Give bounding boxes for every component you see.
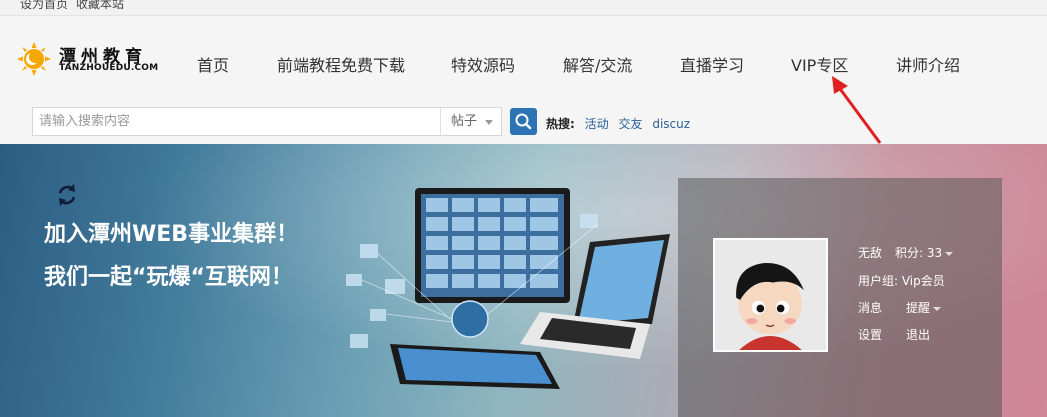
devices-illustration <box>346 188 670 389</box>
search-box: 帖子 <box>32 107 502 136</box>
banner-slogan-line2: 我们一起“玩爆“互联网！ <box>44 265 293 290</box>
annotation-arrow-icon <box>832 76 882 144</box>
bookmark-link[interactable]: 收藏本站 <box>76 0 124 12</box>
nav-lecturers[interactable]: 讲师介绍 <box>896 52 960 76</box>
search-type-select[interactable]: 帖子 <box>440 108 501 135</box>
username[interactable]: 无敌 <box>858 244 882 261</box>
search-type-label: 帖子 <box>451 114 478 129</box>
messages-link[interactable]: 消息 <box>858 299 882 316</box>
nav-qa[interactable]: 解答/交流 <box>563 52 632 76</box>
avatar[interactable] <box>713 238 828 352</box>
search-button[interactable] <box>510 108 537 135</box>
hot-link-activity[interactable]: 活动 <box>585 117 609 131</box>
nav-home[interactable]: 首页 <box>197 52 229 76</box>
search-input[interactable] <box>33 108 440 135</box>
hot-search: 热搜: 活动 交友 discuz <box>546 115 690 132</box>
chevron-down-icon <box>933 306 942 311</box>
points-menu[interactable]: 积分: 33 <box>895 244 954 261</box>
hot-search-label: 热搜: <box>546 117 575 131</box>
hot-link-discuz[interactable]: discuz <box>652 117 690 131</box>
chevron-down-icon <box>945 251 954 256</box>
settings-link[interactable]: 设置 <box>858 326 882 343</box>
cartoon-avatar-icon <box>715 240 826 350</box>
chevron-down-icon <box>485 120 493 125</box>
points-label: 积分: 33 <box>895 246 943 260</box>
reminders-label: 提醒 <box>906 301 931 315</box>
user-group: 用户组: Vip会员 <box>858 274 945 288</box>
reminders-menu[interactable]: 提醒 <box>906 299 942 316</box>
nav-frontend-tutorials[interactable]: 前端教程免费下载 <box>277 52 405 76</box>
nav-effects-source[interactable]: 特效源码 <box>451 52 515 76</box>
refresh-icon[interactable] <box>54 182 80 208</box>
user-info-panel: 无敌 积分: 33 用户组: Vip会员 消息 提醒 设置 退出 <box>678 178 1002 417</box>
nav-live-learning[interactable]: 直播学习 <box>680 52 744 76</box>
hero-banner: 加入潭州WEB事业集群！ 我们一起“玩爆“互联网！ 无敌 积分: 33 用户组:… <box>0 144 1047 417</box>
top-utility-bar: 设为首页 收藏本站 <box>0 0 1047 16</box>
hot-link-friends[interactable]: 交友 <box>618 117 642 131</box>
logout-link[interactable]: 退出 <box>906 326 930 343</box>
banner-slogan-line1: 加入潭州WEB事业集群！ <box>44 222 299 247</box>
set-home-link[interactable]: 设为首页 <box>20 0 68 12</box>
search-icon <box>515 113 532 130</box>
main-nav: 首页 前端教程免费下载 特效源码 解答/交流 直播学习 VIP专区 讲师介绍 <box>0 52 1047 75</box>
